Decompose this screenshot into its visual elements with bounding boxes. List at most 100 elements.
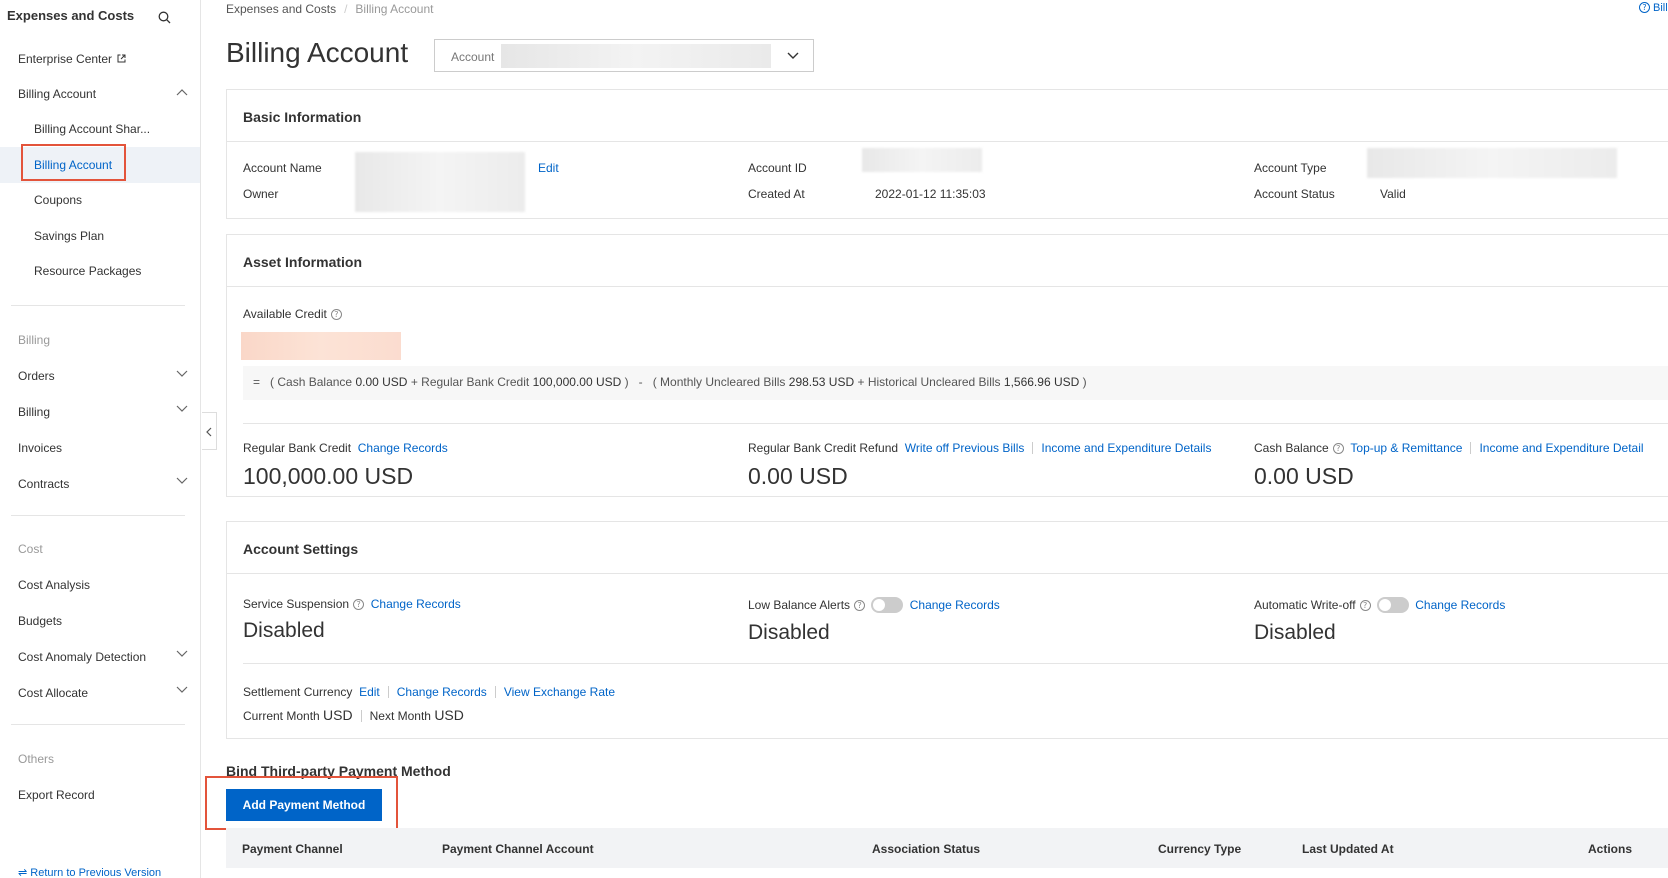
write-off-previous-bills-link[interactable]: Write off Previous Bills [905, 441, 1025, 455]
card-divider [227, 286, 1668, 287]
account-status-value: Valid [1380, 187, 1406, 201]
chevron-down-icon[interactable] [176, 686, 188, 694]
highlight-box-sidebar [21, 144, 126, 181]
chevron-down-icon[interactable] [176, 370, 188, 378]
automatic-write-off-label: Automatic Write-off [1254, 598, 1356, 612]
settlement-currency-block: Settlement Currency Edit Change Records Vi… [243, 685, 615, 699]
chevron-up-icon[interactable] [176, 88, 188, 96]
link-separator [1032, 442, 1034, 454]
refund-block: Regular Bank Credit Refund Write off Pre… [748, 441, 1211, 455]
currency-months: Current Month USD Next Month USD [243, 707, 464, 723]
account-select[interactable]: Account [434, 39, 814, 72]
cash-balance-value: 0.00 USD [1254, 463, 1354, 489]
card-divider [243, 663, 1668, 664]
breadcrumb-current: Billing Account [355, 2, 434, 16]
sidebar-item-cost-analysis[interactable]: Cost Analysis [18, 578, 90, 592]
account-name-label: Account Name [243, 161, 322, 175]
low-balance-alerts-value: Disabled [748, 621, 830, 644]
chevron-down-icon[interactable] [176, 477, 188, 485]
low-balance-alerts-block: Low Balance Alerts? Change Records [748, 597, 1000, 613]
account-type-redacted [1367, 148, 1617, 178]
help-icon: ? [1639, 2, 1650, 13]
collapse-sidebar-button[interactable] [202, 412, 217, 450]
breadcrumb: Expenses and Costs / Billing Account [226, 2, 433, 16]
automatic-write-off-block: Automatic Write-off? Change Records [1254, 597, 1505, 613]
edit-settlement-currency-link[interactable]: Edit [359, 685, 380, 699]
formula-regular-bank-credit-label: Regular Bank Credit [421, 375, 530, 389]
group-label-cost: Cost [18, 542, 43, 556]
help-icon[interactable]: ? [330, 309, 342, 320]
sidebar-item-savings-plan[interactable]: Savings Plan [34, 229, 104, 243]
owner-label: Owner [243, 187, 279, 201]
formula-regular-bank-credit-value: 100,000.00 USD [532, 375, 622, 389]
next-month-label: Next Month [369, 709, 431, 723]
refund-label: Regular Bank Credit Refund [748, 441, 899, 455]
sidebar-item-invoices[interactable]: Invoices [18, 441, 62, 455]
formula-equals: = [253, 375, 261, 389]
group-label-others: Others [18, 752, 55, 766]
column-header: Association Status [872, 842, 981, 856]
link-separator [387, 686, 389, 698]
card-title: Basic Information [243, 109, 362, 125]
sidebar-item-enterprise-center[interactable]: Enterprise Center [18, 52, 126, 66]
low-balance-alerts-toggle[interactable] [871, 597, 904, 613]
change-records-link[interactable]: Change Records [371, 597, 461, 611]
sidebar-item-cost-anomaly-detection[interactable]: Cost Anomaly Detection [18, 650, 146, 664]
return-previous-version-link[interactable]: ⇌ Return to Previous Version [18, 866, 161, 878]
sidebar-item-orders[interactable]: Orders [18, 369, 55, 383]
external-link-icon [117, 54, 126, 63]
automatic-write-off-value: Disabled [1254, 621, 1336, 644]
link-separator [494, 686, 496, 698]
view-exchange-rate-link[interactable]: View Exchange Rate [504, 685, 615, 699]
change-records-link[interactable]: Change Records [397, 685, 487, 699]
change-records-link[interactable]: Change Records [1415, 598, 1505, 612]
edit-account-name-link[interactable]: Edit [538, 161, 559, 175]
help-icon[interactable]: ? [353, 599, 365, 610]
sidebar-item-contracts[interactable]: Contracts [18, 477, 69, 491]
cash-balance-label: Cash Balance [1254, 441, 1329, 455]
help-link[interactable]: ? Bill [1635, 2, 1668, 14]
sidebar-item-resource-packages[interactable]: Resource Packages [34, 264, 141, 278]
income-expenditure-detail-link[interactable]: Income and Expenditure Detail [1479, 441, 1643, 455]
change-records-link[interactable]: Change Records [358, 441, 448, 455]
income-expenditure-details-link[interactable]: Income and Expenditure Details [1041, 441, 1211, 455]
formula-plus: + [857, 375, 865, 389]
automatic-write-off-toggle[interactable] [1376, 597, 1409, 613]
created-at-label: Created At [748, 187, 805, 201]
sidebar-item-budgets[interactable]: Budgets [18, 614, 62, 628]
regular-bank-credit-label: Regular Bank Credit [243, 441, 352, 455]
sidebar-item-billing-account[interactable]: Billing Account [18, 87, 96, 101]
card-title: Asset Information [243, 254, 363, 270]
column-header: Last Updated At [1302, 842, 1394, 856]
chevron-down-icon[interactable] [176, 405, 188, 413]
help-icon[interactable]: ? [1359, 600, 1371, 611]
breadcrumb-root[interactable]: Expenses and Costs [226, 2, 336, 16]
help-icon[interactable]: ? [1332, 443, 1344, 454]
top-up-remittance-link[interactable]: Top-up & Remittance [1350, 441, 1462, 455]
service-suspension-label: Service Suspension [243, 597, 350, 611]
cash-balance-block: Cash Balance? Top-up & Remittance Income … [1254, 441, 1644, 455]
sidebar-item-cost-allocate[interactable]: Cost Allocate [18, 686, 88, 700]
sidebar-item-billing[interactable]: Billing [18, 405, 50, 419]
formula-paren: ( [270, 375, 275, 389]
card-divider [227, 141, 1668, 142]
divider [11, 724, 185, 725]
sidebar-item-export-record[interactable]: Export Record [18, 788, 95, 802]
chevron-down-icon[interactable] [176, 650, 188, 658]
highlight-box-add-payment [205, 776, 398, 830]
sidebar-item-coupons[interactable]: Coupons [34, 193, 82, 207]
sidebar-item-billing-account-sharing[interactable]: Billing Account Shar... [34, 122, 150, 136]
help-icon[interactable]: ? [854, 600, 866, 611]
divider [11, 515, 185, 516]
link-separator [1470, 442, 1472, 454]
account-type-label: Account Type [1254, 161, 1327, 175]
settlement-currency-label: Settlement Currency [243, 685, 353, 699]
available-credit-redacted [241, 332, 401, 360]
current-month-value: USD [323, 707, 353, 723]
formula-paren: ) [1082, 375, 1087, 389]
search-icon[interactable] [158, 11, 171, 24]
column-header: Payment Channel [242, 842, 343, 856]
change-records-link[interactable]: Change Records [910, 598, 1000, 612]
formula-monthly-uncleared-value: 298.53 USD [788, 375, 855, 389]
refund-value: 0.00 USD [748, 463, 848, 489]
